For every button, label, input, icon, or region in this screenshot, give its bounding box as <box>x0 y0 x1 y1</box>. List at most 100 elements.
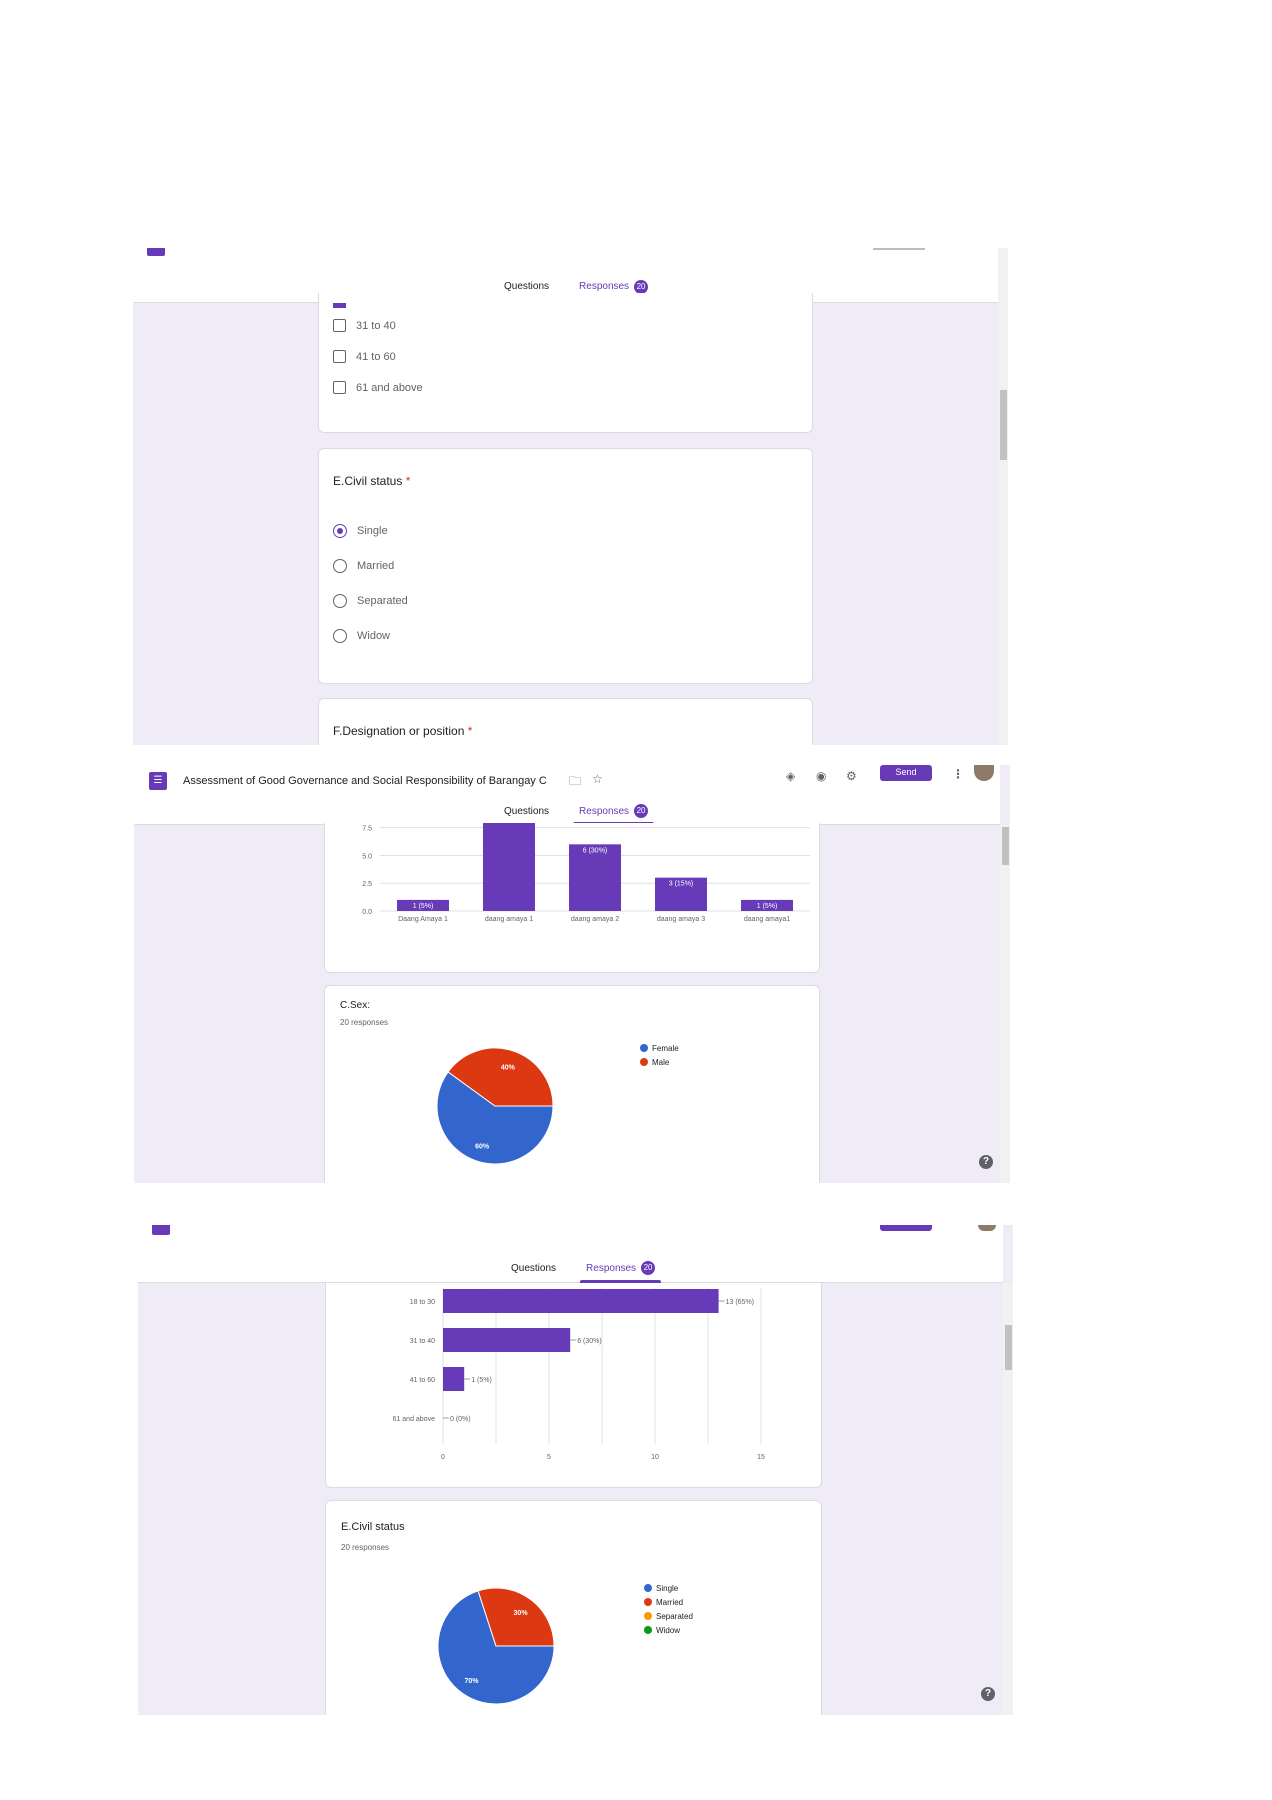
palette-icon[interactable]: ◈ <box>786 769 795 783</box>
legend-swatch <box>640 1044 648 1052</box>
question-title: F.Designation or position * <box>333 724 472 738</box>
tab-responses-label: Responses <box>586 1262 637 1274</box>
age-option-61-above[interactable]: 61 and above <box>333 381 423 394</box>
tab-questions[interactable]: Questions <box>498 797 555 825</box>
y-tick-label: 41 to 60 <box>410 1377 435 1384</box>
form-icon[interactable] <box>152 1225 170 1235</box>
tab-bar: Questions Responses 20 <box>505 1253 662 1283</box>
legend-item: Separated <box>644 1609 693 1623</box>
data-label: 1 (5%) <box>471 1377 492 1384</box>
age-option-41-60[interactable]: 41 to 60 <box>333 350 396 363</box>
sex-pie-chart: 60% 40% <box>436 1047 554 1165</box>
tab-responses[interactable]: Responses 20 <box>580 1253 662 1283</box>
bar <box>483 823 535 911</box>
sex-legend: Female Male <box>640 1041 679 1069</box>
tab-responses-label: Responses <box>579 805 630 817</box>
age-question-card: 31 to 40 41 to 60 61 and above <box>318 293 813 433</box>
settings-icon[interactable]: ⚙ <box>846 769 857 783</box>
send-button[interactable] <box>873 248 925 250</box>
age-chart-card: 0 5 10 15 18 to 30 13 (65%) 31 to 40 6 (30%) 41 … <box>325 1283 822 1488</box>
y-tick-label: 31 to 40 <box>410 1338 435 1345</box>
civil-option-widow[interactable]: Widow <box>333 629 390 643</box>
scrollbar-thumb[interactable] <box>1000 390 1007 460</box>
screenshot-2: ☰ Assessment of Good Governance and Soci… <box>134 765 1010 1183</box>
send-button[interactable]: Send <box>880 765 932 781</box>
civil-option-separated[interactable]: Separated <box>333 594 408 608</box>
data-label: 3 (15%) <box>669 881 694 888</box>
x-tick-label: 10 <box>651 1454 659 1461</box>
age-option-31-40[interactable]: 31 to 40 <box>333 319 396 332</box>
radio-button[interactable] <box>333 524 347 538</box>
tab-questions[interactable]: Questions <box>505 1253 562 1283</box>
help-icon[interactable]: ? <box>981 1687 995 1701</box>
data-label: 1 (5%) <box>413 903 434 910</box>
form-icon[interactable] <box>147 248 165 256</box>
required-mark: * <box>467 724 473 738</box>
question-title-text: E.Civil status <box>333 474 403 488</box>
legend-label: Married <box>656 1597 684 1607</box>
civil-option-single[interactable]: Single <box>333 524 388 538</box>
legend-swatch <box>644 1612 652 1620</box>
legend-item: Female <box>640 1041 679 1055</box>
data-label: 1 (5%) <box>757 903 778 910</box>
legend-label: Male <box>652 1057 670 1067</box>
civil-status-chart-card: E.Civil status 20 responses 70% 30% Singl… <box>325 1500 822 1715</box>
tab-responses[interactable]: Responses 20 <box>573 797 655 825</box>
age-option-label: 61 and above <box>356 381 423 394</box>
x-tick-label: 5 <box>547 1454 551 1461</box>
scrollbar[interactable] <box>998 248 1008 745</box>
response-count: 20 responses <box>341 1543 390 1552</box>
slice-label: 70% <box>464 1678 479 1685</box>
bar <box>443 1289 719 1313</box>
x-tick-label: Daang Amaya 1 <box>398 916 448 923</box>
y-tick-label: 0.0 <box>362 909 372 916</box>
x-tick-label: daang amaya 1 <box>485 916 533 923</box>
legend-label: Single <box>656 1583 679 1593</box>
legend-item: Married <box>644 1595 693 1609</box>
help-icon[interactable]: ? <box>979 1155 993 1169</box>
send-button[interactable] <box>880 1225 932 1231</box>
required-mark: * <box>405 474 411 488</box>
response-count-badge: 20 <box>634 279 649 294</box>
scrollbar[interactable] <box>1000 825 1010 1183</box>
legend-item: Widow <box>644 1623 693 1637</box>
civil-option-label: Separated <box>357 595 408 607</box>
legend-item: Single <box>644 1581 693 1595</box>
question-title-text: F.Designation or position <box>333 724 465 738</box>
tab-bar: Questions Responses 20 <box>498 797 655 825</box>
radio-button[interactable] <box>333 629 347 643</box>
scrollbar-thumb[interactable] <box>1005 1325 1012 1370</box>
checkbox-checked[interactable] <box>333 303 346 308</box>
civil-status-card: E.Civil status * Single Married Separate… <box>318 448 813 684</box>
preview-icon[interactable]: ◉ <box>816 769 826 783</box>
checkbox[interactable] <box>333 319 346 332</box>
x-tick-label: 0 <box>441 1454 445 1461</box>
data-label: 0 (0%) <box>450 1416 471 1423</box>
civil-option-label: Single <box>357 525 388 537</box>
avatar[interactable] <box>978 1225 996 1231</box>
street-bar-chart: 0.02.55.07.51 (5%)Daang Amaya 19 (45%)da… <box>362 823 810 923</box>
age-bar-chart: 0 5 10 15 18 to 30 13 (65%) 31 to 40 6 (30%) 41 … <box>393 1288 765 1461</box>
header-bar: Questions Responses 20 <box>138 1225 1003 1283</box>
scrollbar-thumb[interactable] <box>1002 827 1009 865</box>
y-tick-label: 18 to 30 <box>410 1299 435 1306</box>
response-count-badge: 20 <box>634 804 649 818</box>
legend-swatch <box>644 1584 652 1592</box>
star-icon[interactable]: ☆ <box>592 772 603 786</box>
civil-status-pie-chart: 70% 30% <box>437 1587 555 1705</box>
checkbox[interactable] <box>333 381 346 394</box>
civil-option-married[interactable]: Married <box>333 559 394 573</box>
tab-questions-label: Questions <box>511 1262 557 1274</box>
radio-button[interactable] <box>333 559 347 573</box>
legend-swatch <box>640 1058 648 1066</box>
tab-responses-label: Responses <box>579 281 630 292</box>
form-icon[interactable]: ☰ <box>149 772 167 790</box>
age-option-label: 41 to 60 <box>356 350 396 363</box>
header-bar: ☰ Assessment of Good Governance and Soci… <box>134 765 1000 825</box>
more-icon[interactable]: ⋮ <box>952 767 964 781</box>
checkbox[interactable] <box>333 350 346 363</box>
avatar[interactable] <box>974 765 994 781</box>
folder-icon[interactable]: 🗀 <box>569 772 581 793</box>
slice-label: 40% <box>501 1064 516 1071</box>
radio-button[interactable] <box>333 594 347 608</box>
